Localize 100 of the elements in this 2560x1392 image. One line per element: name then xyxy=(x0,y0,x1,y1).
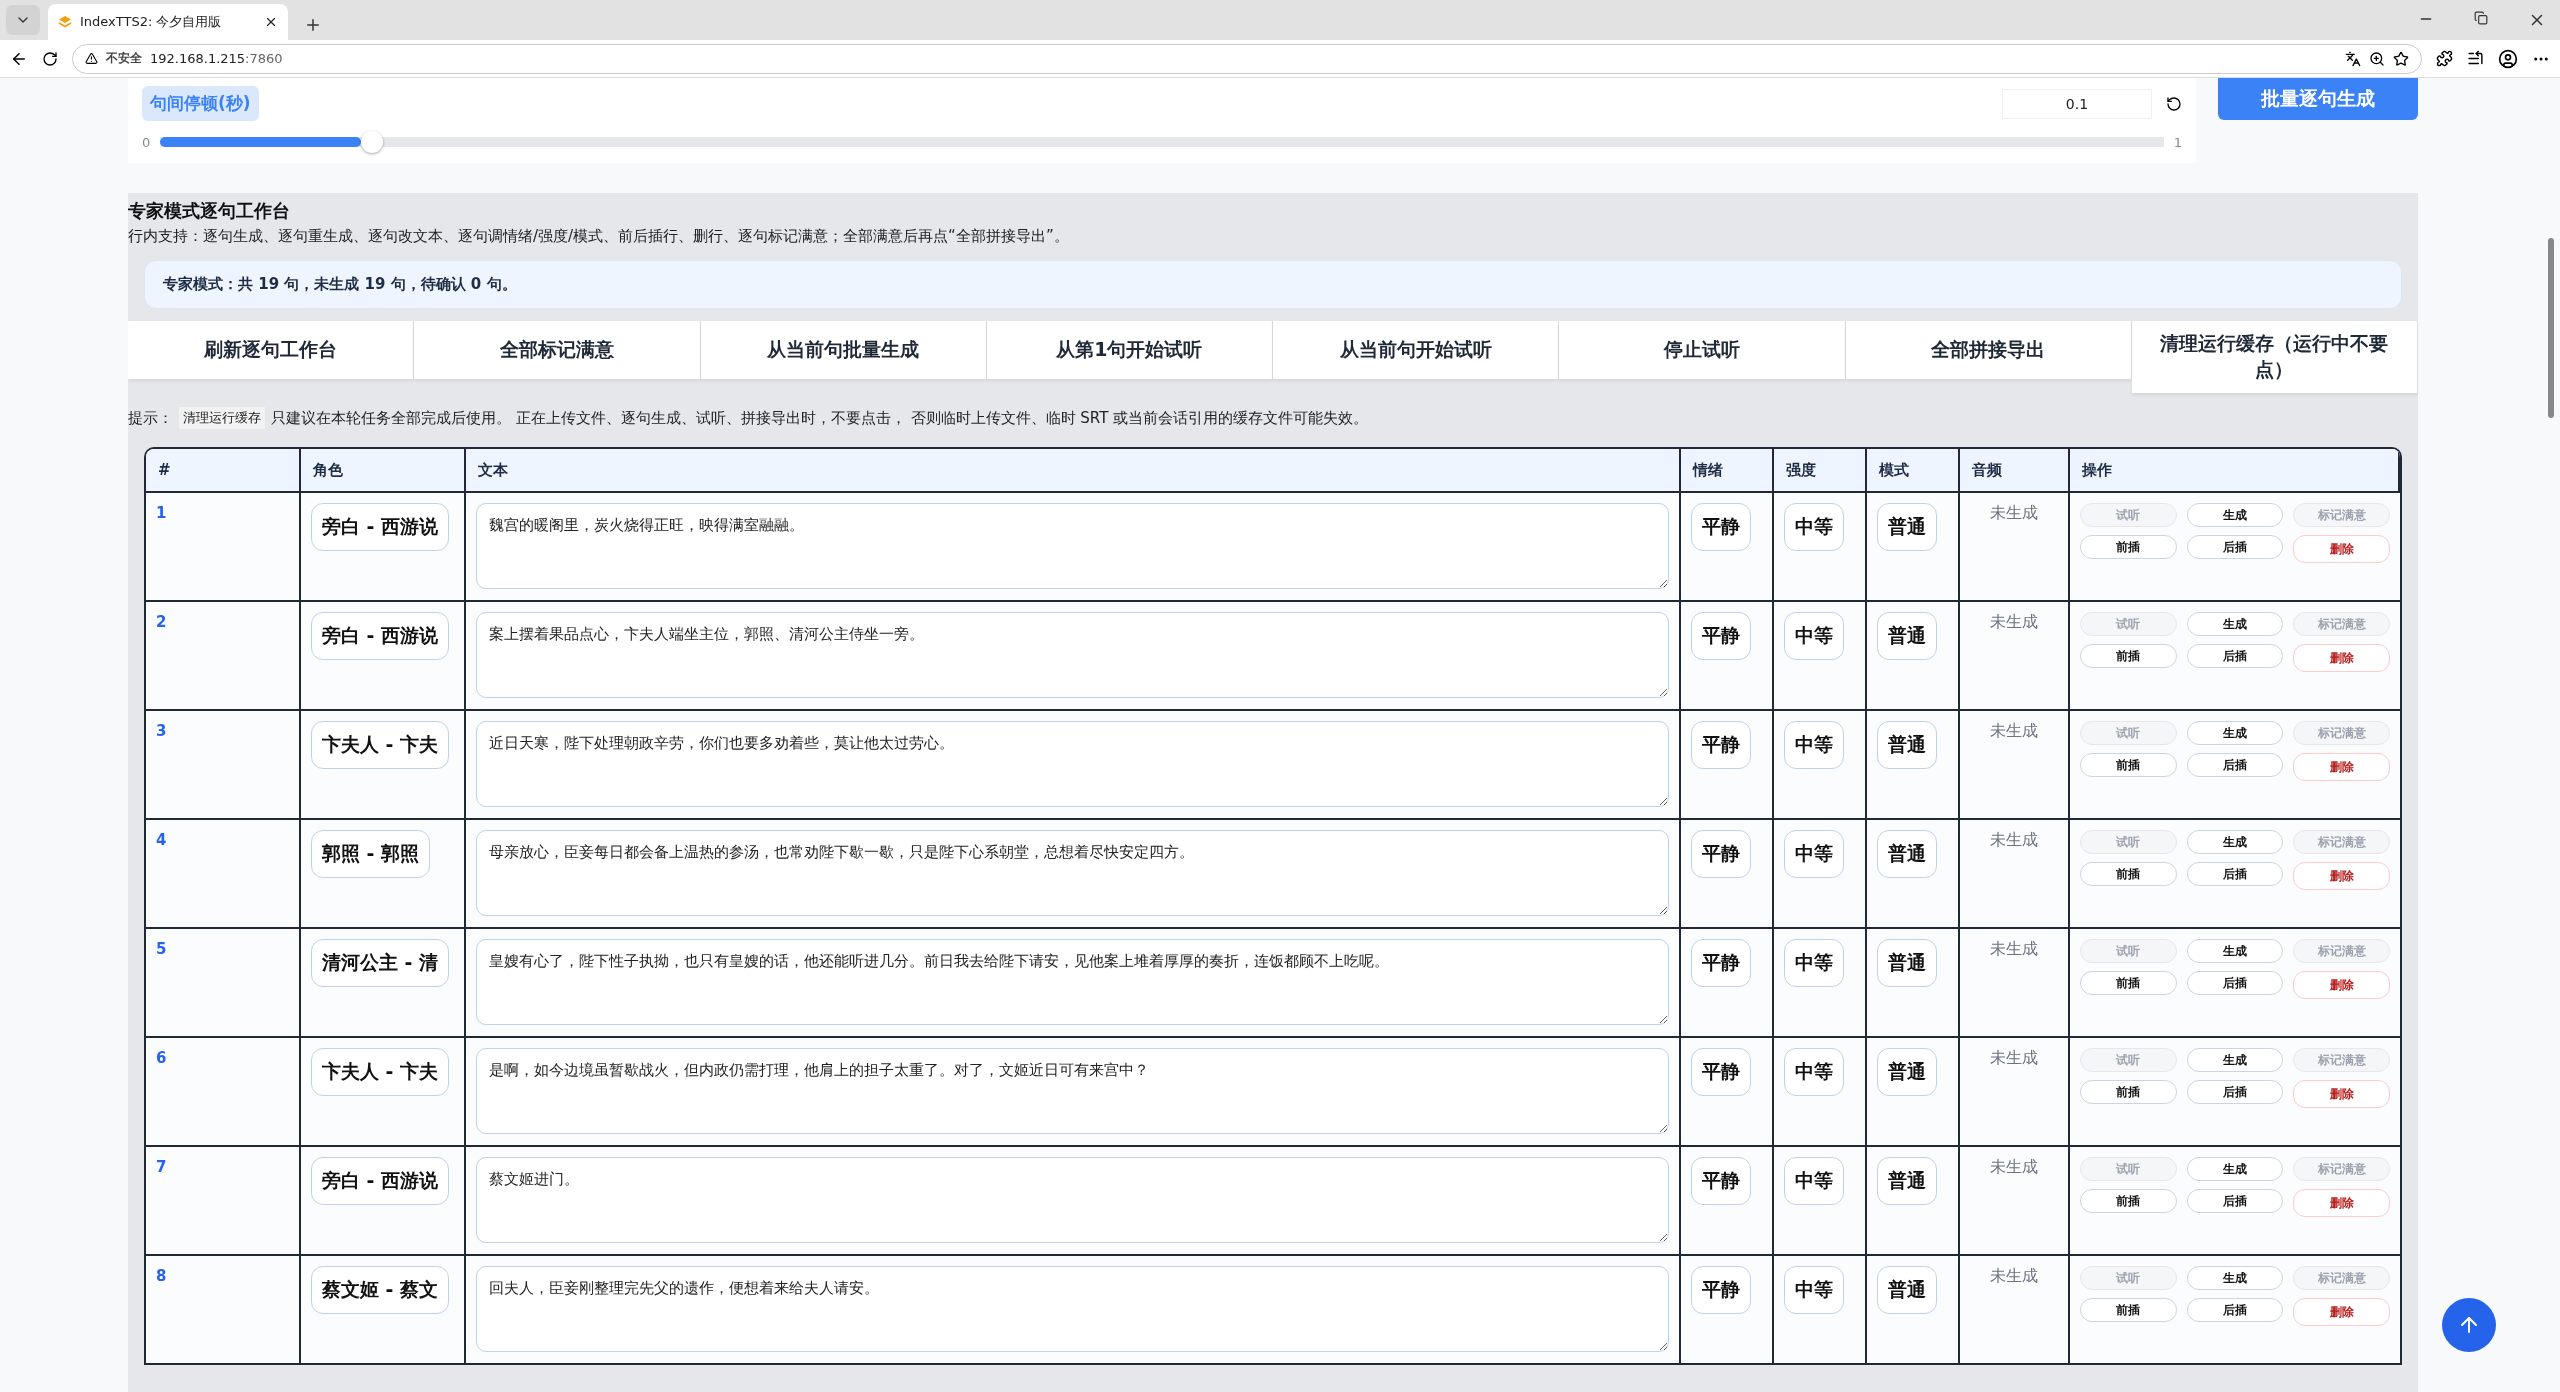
row-action-button[interactable]: 前插 xyxy=(2080,1298,2177,1322)
row-action-button[interactable]: 前插 xyxy=(2080,535,2177,559)
row-action-button[interactable]: 后插 xyxy=(2186,862,2284,886)
row-action-button[interactable]: 生成 xyxy=(2186,1266,2284,1290)
row-action-button[interactable]: 删除 xyxy=(2293,644,2390,672)
row-action-button[interactable]: 删除 xyxy=(2293,1189,2390,1217)
reset-icon[interactable] xyxy=(2166,95,2182,112)
row-action-button[interactable]: 前插 xyxy=(2080,1080,2177,1104)
row-action-button[interactable]: 生成 xyxy=(2186,612,2284,636)
text-field[interactable]: 蔡文姬进门。 xyxy=(476,1157,1669,1243)
dropdown-button[interactable]: 平静 xyxy=(1691,939,1751,987)
dropdown-button[interactable]: 中等 xyxy=(1784,612,1844,660)
action-button[interactable]: 从当前句批量生成 xyxy=(700,321,987,379)
action-button[interactable]: 清理运行缓存（运行中不要点） xyxy=(2131,321,2418,393)
section-title: 专家模式逐句工作台 xyxy=(128,199,291,223)
dropdown-button[interactable]: 旁白 - 西游说 xyxy=(311,1157,450,1205)
row-action-button[interactable]: 删除 xyxy=(2293,862,2390,890)
row-action-button[interactable]: 后插 xyxy=(2186,644,2284,668)
row-action-button[interactable]: 生成 xyxy=(2186,830,2284,854)
dropdown-button[interactable]: 旁白 - 西游说 xyxy=(311,612,450,660)
dropdown-button[interactable]: 平静 xyxy=(1691,1266,1751,1314)
dropdown-button[interactable]: 普通 xyxy=(1877,1266,1937,1314)
action-button[interactable]: 刷新逐句工作台 xyxy=(128,321,415,379)
row-action-button[interactable]: 后插 xyxy=(2186,971,2284,995)
dropdown-button[interactable]: 旁白 - 西游说 xyxy=(311,503,450,551)
row-action-button[interactable]: 前插 xyxy=(2080,753,2177,777)
row-action-button[interactable]: 生成 xyxy=(2186,1157,2284,1181)
row-action-button[interactable]: 生成 xyxy=(2186,939,2284,963)
text-field[interactable]: 回夫人，臣妾刚整理完先父的遗作，便想着来给夫人请安。 xyxy=(476,1266,1669,1352)
dropdown-button[interactable]: 平静 xyxy=(1691,612,1751,660)
action-button[interactable]: 从第1句开始试听 xyxy=(986,321,1273,379)
slider-max: 1 xyxy=(2173,134,2182,150)
text-field[interactable]: 是啊，如今边境虽暂歇战火，但内政仍需打理，他肩上的担子太重了。对了，文姬近日可有来宫中？ xyxy=(476,1048,1669,1134)
row-action-button[interactable]: 后插 xyxy=(2186,535,2284,559)
translate-icon[interactable] xyxy=(2345,50,2361,67)
dropdown-button[interactable]: 卞夫人 - 卞夫 xyxy=(311,1048,450,1096)
dropdown-button[interactable]: 中等 xyxy=(1784,1157,1844,1205)
dropdown-button[interactable]: 普通 xyxy=(1877,830,1937,878)
reload-icon[interactable] xyxy=(42,50,58,67)
text-field[interactable]: 近日天寒，陛下处理朝政辛劳，你们也要多劝着些，莫让他太过劳心。 xyxy=(476,721,1669,807)
tab-list-button[interactable] xyxy=(6,5,40,35)
new-tab-icon[interactable] xyxy=(304,16,322,34)
dropdown-button[interactable]: 普通 xyxy=(1877,1048,1937,1096)
dropdown-button[interactable]: 普通 xyxy=(1877,939,1937,987)
row-action-button[interactable]: 删除 xyxy=(2293,1080,2390,1108)
dropdown-button[interactable]: 普通 xyxy=(1877,1157,1937,1205)
dropdown-button[interactable]: 清河公主 - 清 xyxy=(311,939,450,987)
row-action-button[interactable]: 删除 xyxy=(2293,753,2390,781)
dropdown-button[interactable]: 中等 xyxy=(1784,721,1844,769)
text-field[interactable]: 皇嫂有心了，陛下性子执拗，也只有皇嫂的话，他还能听进几分。前日我去给陛下请安，见他案上堆着厚厚的奏折，连饭都顾不上吃呢。 xyxy=(476,939,1669,1025)
favorites-icon[interactable] xyxy=(2467,50,2484,67)
dropdown-button[interactable]: 中等 xyxy=(1784,503,1844,551)
dropdown-button[interactable]: 中等 xyxy=(1784,1266,1844,1314)
star-icon[interactable] xyxy=(2393,50,2409,67)
dropdown-button[interactable]: 普通 xyxy=(1877,503,1937,551)
row-action-button[interactable]: 删除 xyxy=(2293,971,2390,999)
action-button[interactable]: 从当前句开始试听 xyxy=(1273,321,1560,379)
dropdown-button[interactable]: 中等 xyxy=(1784,830,1844,878)
action-button[interactable]: 全部标记满意 xyxy=(414,321,701,379)
dropdown-button[interactable]: 平静 xyxy=(1691,1157,1751,1205)
close-icon[interactable] xyxy=(264,15,278,29)
row-action-button[interactable]: 前插 xyxy=(2080,1189,2177,1213)
dropdown-button[interactable]: 平静 xyxy=(1691,721,1751,769)
row-action-button[interactable]: 后插 xyxy=(2186,1298,2284,1322)
dropdown-button[interactable]: 中等 xyxy=(1784,939,1844,987)
row-action-button[interactable]: 生成 xyxy=(2186,503,2284,527)
row-action-button[interactable]: 删除 xyxy=(2293,535,2390,563)
dropdown-button[interactable]: 郭照 - 郭照 xyxy=(311,830,431,878)
row-action-button[interactable]: 后插 xyxy=(2186,753,2284,777)
row-action-button[interactable]: 前插 xyxy=(2080,862,2177,886)
row-action-button[interactable]: 前插 xyxy=(2080,971,2177,995)
dropdown-button[interactable]: 中等 xyxy=(1784,1048,1844,1096)
dropdown-button[interactable]: 平静 xyxy=(1691,503,1751,551)
dropdown-button[interactable]: 蔡文姬 - 蔡文 xyxy=(311,1266,450,1314)
row-action-button[interactable]: 生成 xyxy=(2186,1048,2284,1072)
row-action-button[interactable]: 生成 xyxy=(2186,721,2284,745)
dropdown-button[interactable]: 卞夫人 - 卞夫 xyxy=(311,721,450,769)
number-field[interactable]: 0.1 xyxy=(2002,88,2152,119)
action-button[interactable]: 全部拼接导出 xyxy=(1845,321,2132,379)
text-field[interactable]: 魏宫的暖阁里，炭火烧得正旺，映得满室融融。 xyxy=(476,503,1669,589)
scroll-top-button[interactable] xyxy=(2442,1298,2496,1352)
text-field[interactable]: 案上摆着果品点心，卞夫人端坐主位，郭照、清河公主侍坐一旁。 xyxy=(476,612,1669,698)
dropdown-button[interactable]: 普通 xyxy=(1877,721,1937,769)
action-button[interactable]: 停止试听 xyxy=(1559,321,1846,379)
slider-thumb[interactable] xyxy=(360,131,383,153)
text-field[interactable]: 母亲放心，臣妾每日都会备上温热的参汤，也常劝陛下歇一歇，只是陛下心系朝堂，总想着尽快安定四方。 xyxy=(476,830,1669,916)
zoom-icon[interactable] xyxy=(2369,50,2385,67)
dropdown-button[interactable]: 平静 xyxy=(1691,830,1751,878)
dropdown-button[interactable]: 平静 xyxy=(1691,1048,1751,1096)
dropdown-button[interactable]: 普通 xyxy=(1877,612,1937,660)
batch-generate-button[interactable]: 批量逐句生成 xyxy=(2218,78,2418,120)
extensions-icon[interactable] xyxy=(2436,50,2453,67)
row-action-button[interactable]: 前插 xyxy=(2080,644,2177,668)
row-action-button[interactable]: 删除 xyxy=(2293,1298,2390,1326)
browser-tab[interactable]: IndexTTS2: 今夕自用版 xyxy=(48,4,288,40)
row-action-button[interactable]: 后插 xyxy=(2186,1189,2284,1213)
row-action-button[interactable]: 后插 xyxy=(2186,1080,2284,1104)
profile-icon[interactable] xyxy=(2498,48,2518,69)
warning-icon xyxy=(85,52,98,65)
restore-icon[interactable] xyxy=(2474,11,2488,25)
